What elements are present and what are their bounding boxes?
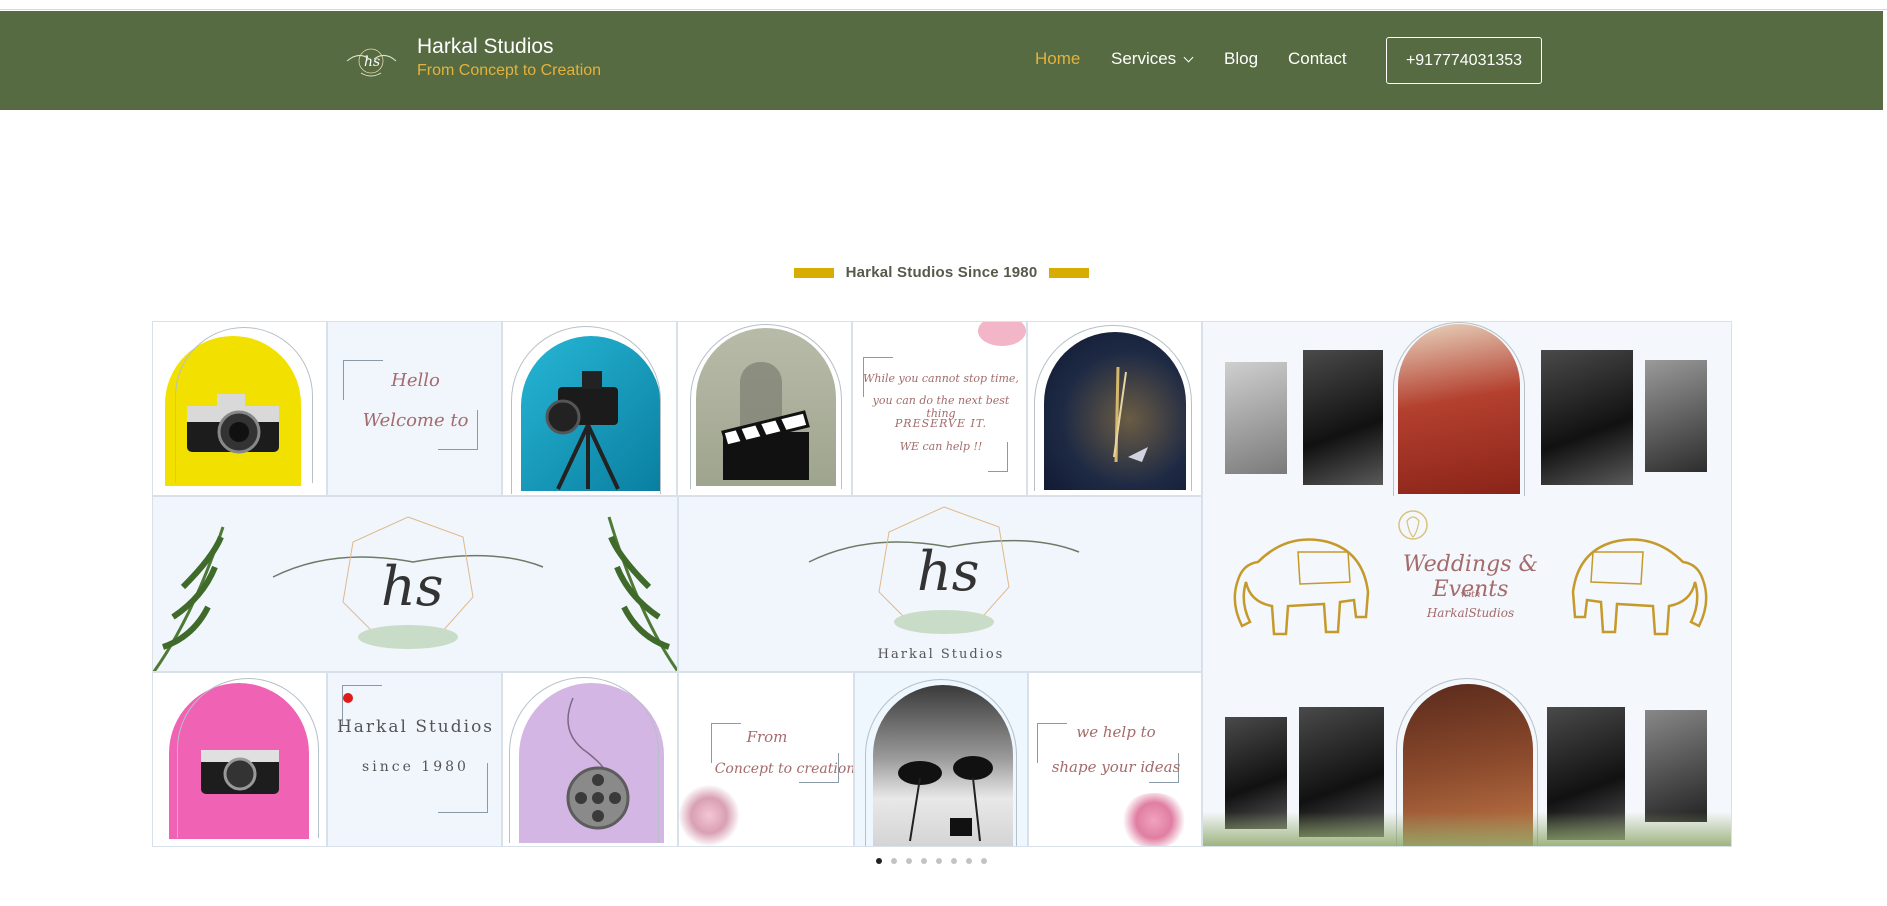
- scissors-film-icon: [1113, 366, 1148, 463]
- phone-button[interactable]: +917774031353: [1386, 37, 1542, 84]
- clapperboard-icon: [721, 410, 810, 480]
- hs-monogram-icon: hs: [272, 516, 544, 649]
- tile-help-shape: we help to shape your ideas: [1028, 672, 1202, 847]
- chevron-down-icon: [1183, 52, 1194, 63]
- video-camera-icon: [545, 371, 620, 490]
- photo-bw-1: [1225, 362, 1287, 474]
- camera-icon: [201, 750, 279, 794]
- greenery-decor: [1203, 812, 1731, 846]
- brand-name[interactable]: Harkal Studios: [417, 35, 554, 59]
- tile-film-reel-dark: [1027, 321, 1202, 496]
- tile-studio-lights: [854, 672, 1028, 847]
- carousel-dot[interactable]: [891, 858, 897, 864]
- camera-icon: [187, 394, 279, 454]
- section-title: Harkal Studios Since 1980: [845, 264, 1038, 281]
- carousel-dot[interactable]: [936, 858, 942, 864]
- weddings-panel: Weddings & Events with HarkalStudios: [1202, 321, 1732, 847]
- flower-decor: [1119, 793, 1189, 846]
- ganesha-icon: [1398, 510, 1428, 540]
- tile-studio-since: Harkal Studios since 1980: [327, 672, 502, 847]
- weddings-brand: HarkalStudios: [1426, 606, 1515, 620]
- tile-monogram-center: hs Harkal Studios: [678, 496, 1202, 672]
- tile-video-camera: [502, 321, 677, 496]
- hero-slider[interactable]: Hello Welcome to While you cannot stop t…: [152, 321, 1732, 847]
- flower-decor: [679, 783, 739, 846]
- monogram-caption: Harkal Studios: [877, 647, 1005, 662]
- tile-camera-yellow: [152, 321, 327, 496]
- carousel-dot[interactable]: [951, 858, 957, 864]
- accent-bar-left: [793, 267, 834, 278]
- flower-decor: [978, 322, 1026, 346]
- svg-text:hs: hs: [381, 555, 444, 618]
- tile-from-concept: From Concept to creation: [678, 672, 854, 847]
- carousel-dot[interactable]: [876, 858, 882, 864]
- photo-bw-4: [1645, 360, 1707, 472]
- top-border: [0, 0, 1887, 10]
- tile-film-reel: [502, 672, 678, 847]
- studio-name: Harkal Studios: [336, 717, 495, 737]
- leaf-decor: [153, 526, 225, 671]
- section-heading: Harkal Studios Since 1980: [0, 264, 1883, 281]
- nav-contact[interactable]: Contact: [1288, 49, 1347, 69]
- tile-quote: While you cannot stop time, you can do t…: [852, 321, 1027, 496]
- nav-home[interactable]: Home: [1035, 49, 1080, 69]
- since-text: since 1980: [362, 759, 469, 775]
- carousel-dot[interactable]: [906, 858, 912, 864]
- tile-clapper: [677, 321, 852, 496]
- tile-camera-pink: [152, 672, 327, 847]
- brand-tagline: From Concept to Creation: [417, 62, 602, 79]
- tile-hello: Hello Welcome to: [327, 321, 502, 496]
- carousel-dots: [876, 858, 987, 864]
- carousel-dot[interactable]: [966, 858, 972, 864]
- studio-lights-icon: [898, 756, 993, 842]
- photo-bw-3: [1541, 350, 1633, 485]
- carousel-dot[interactable]: [921, 858, 927, 864]
- leaf-decor: [607, 516, 677, 671]
- film-reel-icon: [566, 697, 630, 830]
- hs-monogram-icon[interactable]: hs: [343, 39, 400, 83]
- hello-text: Hello: [391, 370, 440, 391]
- hs-monogram-icon: hs: [808, 506, 1080, 634]
- carousel-dot[interactable]: [981, 858, 987, 864]
- photo-bw-8: [1645, 710, 1707, 822]
- welcome-text: Welcome to: [362, 410, 469, 431]
- svg-text:hs: hs: [917, 540, 980, 603]
- tile-monogram-left: hs: [152, 496, 678, 672]
- svg-text:hs: hs: [364, 54, 380, 70]
- photo-bw-2: [1303, 350, 1383, 485]
- elephant-icon: [1571, 538, 1708, 636]
- nav-services[interactable]: Services: [1111, 49, 1194, 69]
- site-header: hs Harkal Studios From Concept to Creati…: [0, 11, 1883, 110]
- accent-bar-right: [1049, 267, 1090, 278]
- elephant-icon: [1233, 538, 1370, 636]
- nav-blog[interactable]: Blog: [1224, 49, 1258, 69]
